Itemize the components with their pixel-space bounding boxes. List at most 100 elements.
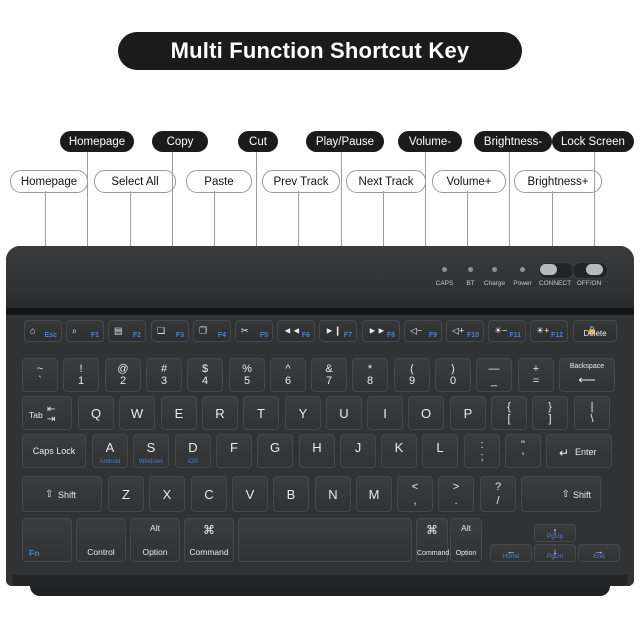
key-num-7[interactable]: & 7 [311, 358, 347, 392]
key-y[interactable]: Y [285, 396, 321, 430]
key-num-1[interactable]: ! 1 [63, 358, 99, 392]
key-bracket-0[interactable]: {[ [491, 396, 527, 430]
key-command-key-right[interactable]: ⌘ Command [416, 518, 450, 562]
key-tab[interactable]: Tab ⇤ ⇥ [22, 396, 72, 430]
callout-cut: Cut [238, 131, 278, 152]
play-pause-icon: ►❙ [325, 325, 342, 336]
key-w[interactable]: W [119, 396, 155, 430]
key-control-key[interactable]: Control [76, 518, 126, 562]
key-punct-z0[interactable]: <, [397, 476, 433, 512]
key-k[interactable]: K [381, 434, 417, 468]
key-o[interactable]: O [408, 396, 444, 430]
key-letter: G [269, 440, 281, 455]
key-b[interactable]: B [273, 476, 309, 512]
key-num-=[interactable]: + = [518, 358, 554, 392]
key-esc[interactable]: ⌂ Esc [24, 320, 62, 342]
key-base-symbol: 2 [119, 375, 127, 387]
key-num-_[interactable]: — _ [476, 358, 512, 392]
key-punct-0[interactable]: :; [464, 434, 500, 468]
key-num-8[interactable]: * 8 [352, 358, 388, 392]
key-num-0[interactable]: ) 0 [435, 358, 471, 392]
key-f11[interactable]: ☀− F11 [488, 320, 526, 342]
key-arrow-up-key[interactable]: ↑ PgUp [534, 524, 576, 542]
key-d[interactable]: DiOS [175, 434, 211, 468]
key-enter[interactable]: ↵ Enter [546, 434, 612, 468]
key-f9[interactable]: ◁− F9 [404, 320, 442, 342]
key-a[interactable]: A Android [92, 434, 128, 468]
key-fn-alt-label: PgDn [546, 553, 564, 560]
key-punct-z2[interactable]: ? / [480, 476, 516, 512]
key-num-4[interactable]: $4 [187, 358, 223, 392]
key-shift-right[interactable]: ⇧ Shift [521, 476, 601, 512]
key-mod-label: Command [417, 550, 450, 557]
key-x[interactable]: X [149, 476, 185, 512]
key-shift-symbol: — [488, 363, 500, 375]
key-punct-z1[interactable]: >. [438, 476, 474, 512]
key-arrow-left-key[interactable]: ← Home [490, 544, 532, 562]
key-f[interactable]: F [216, 434, 252, 468]
key-letter: X [162, 486, 172, 502]
switch-knob[interactable] [586, 264, 603, 275]
key-p[interactable]: P [450, 396, 486, 430]
key-delete[interactable]: 🔒 Delete [573, 320, 617, 342]
key-os-label: Android [99, 459, 121, 465]
key-num-9[interactable]: (9 [394, 358, 430, 392]
key-f6[interactable]: ◄◄ F6 [277, 320, 315, 342]
key-f4[interactable]: ❐ F4 [193, 320, 231, 342]
key-m[interactable]: M [356, 476, 392, 512]
key-num-5[interactable]: % 5 [229, 358, 265, 392]
keyboard-foot [30, 586, 610, 596]
key-t[interactable]: T [243, 396, 279, 430]
key-bracket-2[interactable]: | \ [574, 396, 610, 430]
key-f5[interactable]: ✂ F5 [235, 320, 273, 342]
key-f10[interactable]: ◁+ F10 [446, 320, 484, 342]
callout-volume-: Volume- [398, 131, 462, 152]
key-alt-option-key[interactable]: Alt Option [130, 518, 180, 562]
key-j[interactable]: J [340, 434, 376, 468]
key-command-key[interactable]: ⌘ Command [184, 518, 234, 562]
key-f2[interactable]: ▤ F2 [108, 320, 146, 342]
fn-label: F8 [386, 332, 395, 339]
key-letter: O [420, 405, 432, 421]
brightness-up-icon: ☀+ [536, 325, 550, 336]
key-shift-symbol: ! [79, 363, 83, 375]
key-num-2[interactable]: @2 [105, 358, 141, 392]
key-h[interactable]: H [299, 434, 335, 468]
key-shift-left[interactable]: ⇧ Shift [22, 476, 102, 512]
key-letter: N [328, 486, 338, 502]
key-fn-alt-label: PgUp [546, 533, 564, 540]
key-num-`[interactable]: ~ ` [22, 358, 58, 392]
key-v[interactable]: V [232, 476, 268, 512]
key-r[interactable]: R [202, 396, 238, 430]
key-z[interactable]: Z [108, 476, 144, 512]
key-fn-key[interactable]: Fn [22, 518, 72, 562]
key-bracket-1[interactable]: }] [532, 396, 568, 430]
key-e[interactable]: E [161, 396, 197, 430]
key-num-6[interactable]: ^ 6 [270, 358, 306, 392]
key-letter: U [339, 405, 349, 421]
key-f7[interactable]: ►❙ F7 [319, 320, 357, 342]
key-i[interactable]: I [367, 396, 403, 430]
key-arrow-right-key[interactable]: → End [578, 544, 620, 562]
key-s[interactable]: S Windows [133, 434, 169, 468]
key-f8[interactable]: ►► F8 [362, 320, 400, 342]
key-caps-lock[interactable]: Caps Lock [22, 434, 86, 468]
key-f1[interactable]: ⌕ F1 [66, 320, 104, 342]
key-g[interactable]: G [257, 434, 293, 468]
key-spacebar[interactable] [238, 518, 412, 562]
switch-knob[interactable] [540, 264, 557, 275]
key-q[interactable]: Q [78, 396, 114, 430]
key-arrow-down-key[interactable]: ↓ PgDn [534, 544, 576, 562]
callout-label: Paste [204, 175, 234, 188]
key-u[interactable]: U [326, 396, 362, 430]
key-num-3[interactable]: #3 [146, 358, 182, 392]
key-c[interactable]: C [191, 476, 227, 512]
key-f12[interactable]: ☀+ F12 [530, 320, 568, 342]
key-f3[interactable]: ❏ F3 [151, 320, 189, 342]
key-n[interactable]: N [315, 476, 351, 512]
key-backspace[interactable]: Backspace ⟵ [559, 358, 615, 392]
key-l[interactable]: L [422, 434, 458, 468]
key-alt-option-key-right[interactable]: Alt Option [450, 518, 482, 562]
callout-select-all: Select All [94, 170, 176, 193]
key-punct-1[interactable]: " ' [505, 434, 541, 468]
